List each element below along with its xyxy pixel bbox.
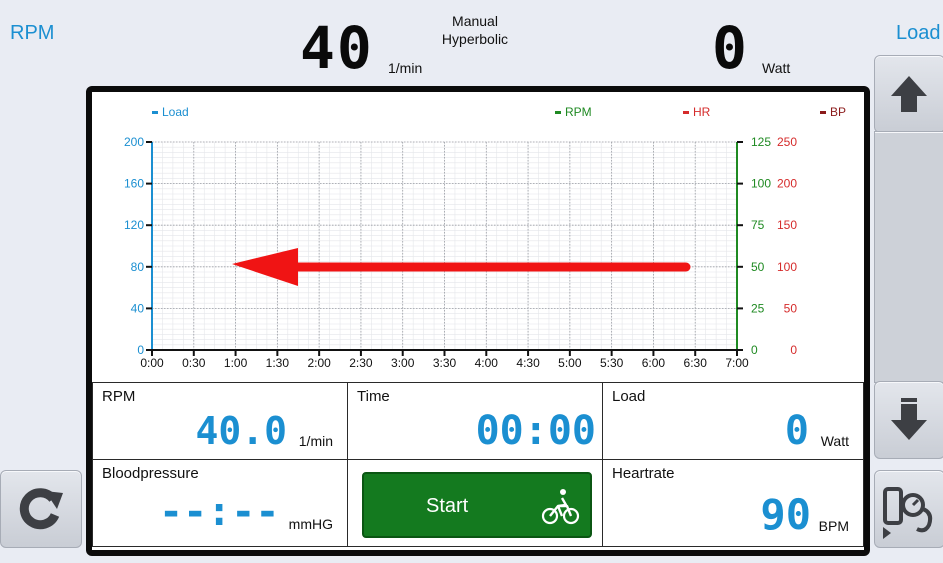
y-right-hr-tick-label: 100 [777,260,797,274]
y-left-tick-label: 200 [124,135,144,149]
rpm-cell-title: RPM [102,388,136,405]
ergometer-chart: Load RPM HR BP 20016012080400125 250100 20… [124,105,846,370]
arrow-up-icon [891,76,927,112]
arrow-down-icon [891,398,927,440]
x-tick-label: 3:30 [433,356,457,370]
legend-load-swatch [152,111,158,114]
y-left-tick-label: 80 [131,260,145,274]
header-rpm-unit: 1/min [388,60,423,76]
y-left-tick-label: 160 [124,177,144,191]
bloodpressure-cell-unit: mmHG [288,516,333,532]
y-left-tick-label: 40 [131,301,145,315]
legend-bp-swatch [820,111,826,114]
start-cell: Start [347,459,603,547]
refresh-icon [19,488,63,530]
y-left-tick-label: 120 [124,218,144,232]
legend-hr-swatch [683,111,689,114]
blood-pressure-cuff-icon [883,487,933,539]
load-cell-unit: Watt [820,433,849,449]
x-tick-label: 4:00 [475,356,499,370]
x-tick-label: 0:30 [182,356,206,370]
panel-inner: Load RPM HR BP 200 160 120 80 40 0 125 250 100 20… [91,91,865,551]
y-right-hr-tick-label: 50 [784,301,798,315]
y-right-rpm-tick-label: 125 [751,135,771,149]
x-tick-label: 6:00 [642,356,666,370]
heartrate-cell: Heartrate 90 BPM [602,459,864,547]
legend-bp: BP [830,105,846,119]
mode-line-1: Manual [452,13,498,29]
y-right-rpm-tick-label: 75 [751,218,765,232]
legend-rpm: RPM [565,105,592,119]
x-tick-label: 4:30 [516,356,540,370]
load-cell-title: Load [612,388,646,405]
bloodpressure-cell-title: Bloodpressure [102,465,199,482]
legend-rpm-swatch [555,111,561,114]
x-tick-label: 1:00 [224,356,248,370]
header-load-unit: Watt [762,60,791,76]
x-tick-label: 5:30 [600,356,624,370]
load-slider-track[interactable] [874,131,943,383]
heartrate-cell-unit: BPM [818,518,849,534]
x-tick-label: 0:00 [140,356,164,370]
chart-grid [151,141,738,351]
x-tick-label: 3:00 [391,356,415,370]
bloodpressure-cell-value: --:-- [159,489,280,535]
load-cell: Load 0 Watt [602,382,864,460]
y-right-rpm-tick-label: 25 [751,301,765,315]
time-cell: Time 00:00 [347,382,603,460]
rpm-cell-unit: 1/min [298,433,333,449]
y-right-rpm-tick-label: 0 [751,343,758,357]
increase-load-button[interactable] [874,55,943,133]
mode-label: Manual Hyperbolic [420,12,530,48]
reset-button[interactable] [0,470,82,548]
progress-arrow [232,248,691,286]
x-tick-label: 2:00 [307,356,331,370]
start-button[interactable]: Start [362,472,592,538]
legend-hr: HR [693,105,711,119]
y-right-rpm-tick-label: 50 [751,260,765,274]
rpm-cell: RPM 40.0 1/min [92,382,348,460]
y-right-hr-tick-label: 150 [777,218,797,232]
cyclist-icon [541,489,580,525]
x-tick-label: 7:00 [725,356,749,370]
y-right-hr-tick-label: 250 [777,135,797,149]
rpm-cell-value: 40.0 [195,409,287,453]
heartrate-cell-value: 90 [760,490,811,539]
x-tick-label: 5:00 [558,356,582,370]
x-tick-label: 1:30 [266,356,290,370]
mode-line-2: Hyperbolic [441,31,509,47]
x-tick-label: 2:30 [349,356,373,370]
header-rpm-value: 40 [300,14,374,82]
start-button-label: Start [426,495,469,517]
time-cell-value: 00:00 [475,408,596,454]
heartrate-cell-title: Heartrate [612,465,675,482]
rpm-corner-label: RPM [10,22,55,44]
header-load-value: 0 [712,14,749,82]
y-right-hr-tick-label: 200 [777,177,797,191]
decrease-load-button[interactable] [874,381,943,459]
load-cell-value: 0 [784,408,809,454]
load-corner-label: Load [896,22,941,44]
bloodpressure-cell: Bloodpressure --:-- mmHG [92,459,348,547]
main-panel: Load RPM HR BP 200 160 120 80 40 0 125 250 100 20… [86,86,870,556]
time-cell-title: Time [357,388,390,405]
blood-pressure-button[interactable] [874,470,943,548]
x-tick-label: 6:30 [684,356,708,370]
y-left-tick-label: 0 [137,343,144,357]
y-right-rpm-tick-label: 100 [751,177,771,191]
legend-load: Load [162,105,189,119]
y-right-hr-tick-label: 0 [790,343,797,357]
